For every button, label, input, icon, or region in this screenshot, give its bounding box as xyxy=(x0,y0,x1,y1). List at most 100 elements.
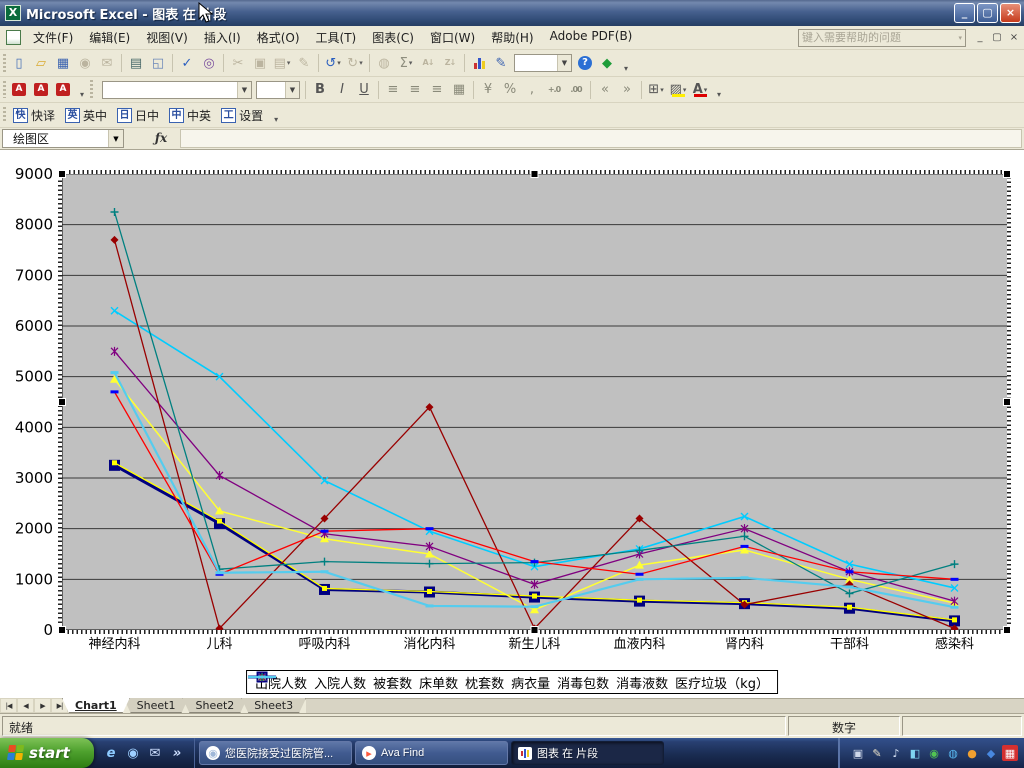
menu-window[interactable]: 窗口(W) xyxy=(422,26,483,49)
update-icon[interactable]: ● xyxy=(964,745,980,761)
percent-style-icon[interactable]: % xyxy=(499,80,521,100)
toolbar-options-icon[interactable]: ▾ xyxy=(76,78,88,101)
chart[interactable]: 0100020003000400050006000700080009000神经内… xyxy=(0,150,1024,698)
pdf-convert-email-icon[interactable]: A xyxy=(30,80,52,100)
sheet-tab-chart1[interactable]: Chart1 xyxy=(62,698,130,713)
task-ava-find[interactable]: ▸Ava Find xyxy=(355,741,508,765)
menu-format[interactable]: 格式(O) xyxy=(249,26,308,49)
align-right-icon[interactable]: ≡ xyxy=(426,80,448,100)
print-icon[interactable]: ▤ xyxy=(125,53,147,73)
legend-item[interactable]: 消毒液数 xyxy=(616,673,668,692)
workbook-icon[interactable] xyxy=(6,30,21,45)
kuaiyi-cn-en-button[interactable]: 中中英 xyxy=(164,105,216,126)
menu-insert[interactable]: 插入(I) xyxy=(196,26,249,49)
autosum-icon[interactable]: Σ▾ xyxy=(395,53,417,73)
start-button[interactable]: start xyxy=(0,738,94,768)
menu-adobe-pdf[interactable]: Adobe PDF(B) xyxy=(542,26,641,49)
chevron-down-icon[interactable]: ▼ xyxy=(108,130,123,147)
task-excel-chart[interactable]: 图表 在 片段 xyxy=(511,741,664,765)
borders-icon[interactable]: ⊞▾ xyxy=(645,80,667,100)
redo-icon[interactable]: ↻▾ xyxy=(344,53,366,73)
align-center-icon[interactable]: ≡ xyxy=(404,80,426,100)
network-icon[interactable]: ◧ xyxy=(907,745,923,761)
insert-function-button[interactable]: ƒx xyxy=(148,129,174,148)
comma-style-icon[interactable]: , xyxy=(521,80,543,100)
selection-handle[interactable] xyxy=(59,171,66,178)
underline-icon[interactable]: U xyxy=(353,80,375,100)
menu-file[interactable]: 文件(F) xyxy=(25,26,81,49)
legend-item[interactable]: 入院人数 xyxy=(314,673,366,692)
legend-item[interactable]: 消毒包数 xyxy=(557,673,609,692)
increase-decimal-icon[interactable]: +.0 xyxy=(543,80,565,100)
ime-icon[interactable]: ▣ xyxy=(850,745,866,761)
antivirus-icon[interactable]: ◉ xyxy=(926,745,942,761)
selection-handle[interactable] xyxy=(531,171,538,178)
media-player-icon[interactable]: ◉ xyxy=(124,744,142,762)
drawing-icon[interactable]: ✎ xyxy=(490,53,512,73)
selection-handle[interactable] xyxy=(59,627,66,634)
permission-icon[interactable]: ◉ xyxy=(74,53,96,73)
formula-input[interactable] xyxy=(180,129,1022,148)
align-left-icon[interactable]: ≡ xyxy=(382,80,404,100)
pen-icon[interactable]: ✎ xyxy=(869,745,885,761)
menu-tools[interactable]: 工具(T) xyxy=(308,26,365,49)
close-button[interactable]: × xyxy=(1000,3,1021,23)
kingsoft-icon[interactable]: ◆ xyxy=(596,53,618,73)
selection-handle[interactable] xyxy=(1004,171,1011,178)
help-question-box[interactable]: 键入需要帮助的问题 ▾ xyxy=(798,29,966,47)
menu-help[interactable]: 帮助(H) xyxy=(483,26,541,49)
sort-ascending-icon[interactable]: A↓ xyxy=(417,53,439,73)
pdf-batch-icon[interactable]: A xyxy=(52,80,74,100)
legend-item[interactable]: 医疗垃圾（kg） xyxy=(675,673,769,692)
sheet-tab-sheet1[interactable]: Sheet1 xyxy=(124,698,189,713)
chevron-down-icon[interactable]: ▾ xyxy=(958,30,962,46)
chevron-down-icon[interactable]: ▼ xyxy=(285,82,299,98)
tab-scroll-prev[interactable]: ◀ xyxy=(17,698,34,713)
red-app-icon[interactable]: ▦ xyxy=(1002,745,1018,761)
menu-edit[interactable]: 编辑(E) xyxy=(81,26,138,49)
sort-descending-icon[interactable]: Z↓ xyxy=(439,53,461,73)
chart-sheet[interactable]: 0100020003000400050006000700080009000神经内… xyxy=(0,150,1024,698)
legend-item[interactable]: 枕套数 xyxy=(465,673,504,692)
kuaiyi-jp-cn-button[interactable]: 日日中 xyxy=(112,105,164,126)
selection-handle[interactable] xyxy=(1004,399,1011,406)
tab-scroll-first[interactable]: |◀ xyxy=(0,698,17,713)
cut-icon[interactable]: ✂ xyxy=(227,53,249,73)
toolbar-options-icon[interactable]: ▾ xyxy=(713,78,725,101)
minimize-button[interactable]: _ xyxy=(954,3,975,23)
selection-handle[interactable] xyxy=(531,627,538,634)
kuaiyi-en-cn-button[interactable]: 英英中 xyxy=(60,105,112,126)
format-painter-icon[interactable]: ✎ xyxy=(293,53,315,73)
chevron-down-icon[interactable]: ▼ xyxy=(557,55,571,71)
print-preview-icon[interactable]: ◱ xyxy=(147,53,169,73)
currency-style-icon[interactable]: ¥ xyxy=(477,80,499,100)
workbook-minimize-button[interactable]: _ xyxy=(972,30,988,45)
decrease-decimal-icon[interactable]: .00 xyxy=(565,80,587,100)
pdf-convert-icon[interactable]: A xyxy=(8,80,30,100)
chart-legend[interactable]: 出院人数入院人数被套数床单数枕套数病衣量消毒包数消毒液数医疗垃圾（kg） xyxy=(246,670,778,694)
font-color-icon[interactable]: A▾ xyxy=(689,80,711,100)
bold-icon[interactable]: B xyxy=(309,80,331,100)
excel-app-icon[interactable]: X xyxy=(5,5,21,21)
workbook-restore-button[interactable]: ▢ xyxy=(989,30,1005,45)
fill-color-icon[interactable]: ▨▾ xyxy=(667,80,689,100)
help-icon[interactable]: ? xyxy=(574,53,596,73)
sheet-tab-sheet3[interactable]: Sheet3 xyxy=(241,698,306,713)
research-icon[interactable]: ◎ xyxy=(198,53,220,73)
chevron-down-icon[interactable]: ▼ xyxy=(237,82,251,98)
mail-icon[interactable]: ✉ xyxy=(96,53,118,73)
restore-button[interactable]: ▢ xyxy=(977,3,998,23)
menu-chart[interactable]: 图表(C) xyxy=(364,26,422,49)
merge-center-icon[interactable]: ▦ xyxy=(448,80,470,100)
task-browser[interactable]: ◉您医院接受过医院管... xyxy=(199,741,352,765)
spelling-icon[interactable]: ✓ xyxy=(176,53,198,73)
ie-icon[interactable]: e xyxy=(102,744,120,762)
undo-icon[interactable]: ↺▾ xyxy=(322,53,344,73)
legend-item[interactable]: 床单数 xyxy=(419,673,458,692)
messenger-icon[interactable]: ◍ xyxy=(945,745,961,761)
kuaiyi-translate-button[interactable]: 快快译 xyxy=(8,105,60,126)
media-tray-icon[interactable]: ◆ xyxy=(983,745,999,761)
italic-icon[interactable]: I xyxy=(331,80,353,100)
selection-handle[interactable] xyxy=(59,399,66,406)
new-file-icon[interactable]: ▯ xyxy=(8,53,30,73)
